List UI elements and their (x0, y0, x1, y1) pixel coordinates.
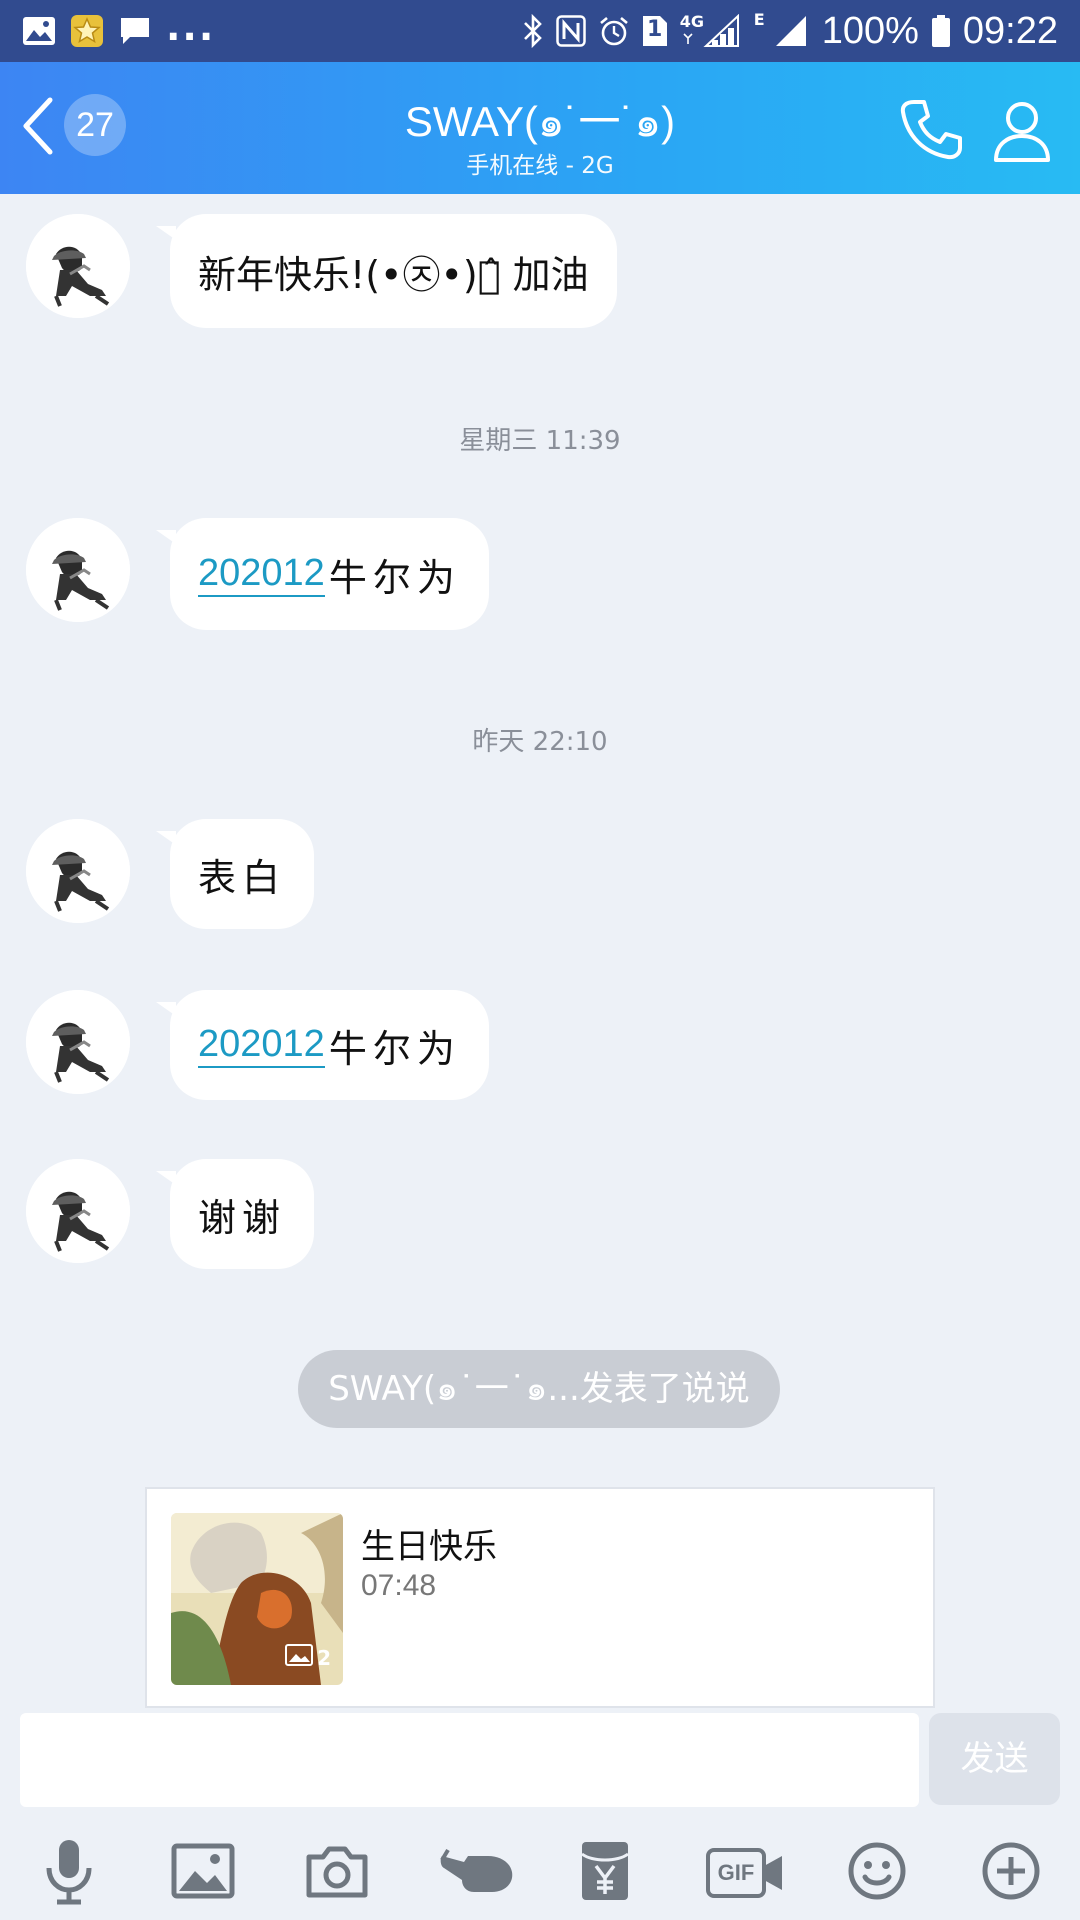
plus-icon (981, 1841, 1041, 1905)
moment-time: 07:48 (361, 1569, 437, 1602)
red-packet-icon (580, 1840, 630, 1906)
message-bubble[interactable]: 202012 牛尔为 (156, 518, 489, 630)
photo-count-number: 2 (317, 1645, 331, 1670)
time-separator: 星期三 11:39 (459, 426, 621, 456)
microphone-icon (39, 1836, 99, 1910)
message-text: 表白 (198, 855, 287, 900)
message-input[interactable] (20, 1713, 919, 1807)
moment-notice[interactable]: SWAY(๑˙一˙๑...发表了说说 (298, 1350, 780, 1428)
message-bubble[interactable]: 表白 (155, 819, 315, 929)
signal-4g-icon: 4G (679, 12, 742, 48)
network-4g-label: 4G (679, 12, 704, 31)
contact-avatar[interactable] (26, 518, 130, 622)
gallery-notification-icon (22, 16, 56, 46)
image-icon (171, 1843, 235, 1903)
moment-title: 生日快乐 (361, 1527, 497, 1567)
contact-avatar[interactable] (26, 990, 130, 1094)
person-icon (986, 102, 1058, 170)
contact-avatar[interactable] (26, 819, 130, 923)
photo-count: 2 (285, 1644, 331, 1671)
message-bubble[interactable]: 谢谢 (155, 1159, 315, 1269)
message-notification-icon (118, 15, 152, 47)
emoji-button[interactable] (838, 1838, 916, 1908)
moment-card[interactable]: 2 生日快乐 07:48 (145, 1487, 935, 1708)
profile-button[interactable] (986, 94, 1058, 166)
message-text: 牛尔为 (328, 1026, 461, 1071)
contact-avatar[interactable] (26, 1159, 130, 1263)
chat-header: 27 SWAY(๑˙一˙๑) 手机在线 - 2G (0, 62, 1080, 194)
emoji-icon (847, 1841, 907, 1905)
message-link[interactable]: 202012 (198, 552, 325, 597)
time-separator: 昨天 22:10 (472, 727, 608, 757)
battery-icon (931, 14, 951, 48)
alarm-icon (598, 15, 630, 47)
input-toolbar: GIF (0, 1820, 1080, 1920)
sim-1-icon: 1 (642, 15, 668, 47)
poke-icon (438, 1846, 518, 1900)
moment-thumbnail: 2 (171, 1513, 343, 1685)
status-bar: ... 1 4G E 100% 09:22 (0, 0, 1080, 62)
message-text: 谢谢 (198, 1195, 287, 1240)
phone-icon (894, 100, 966, 170)
gif-button[interactable]: GIF (704, 1838, 786, 1908)
photo-icon (285, 1644, 314, 1671)
camera-button[interactable] (298, 1838, 376, 1908)
contact-avatar[interactable] (26, 214, 130, 318)
gif-icon: GIF (706, 1848, 784, 1898)
message-link[interactable]: 202012 (198, 1023, 325, 1068)
sim-number: 1 (647, 17, 663, 42)
send-button[interactable]: 发送 (929, 1713, 1060, 1805)
red-packet-button[interactable] (566, 1838, 644, 1908)
message-bubble[interactable]: 新年快乐!(•㉨•)ง̂ 加油 (156, 214, 617, 328)
qq-star-notification-icon (70, 14, 104, 48)
message-text: 牛尔为 (328, 555, 461, 600)
message-text: 新年快乐!(•㉨•)ง̂ 加油 (198, 252, 589, 297)
camera-icon (305, 1843, 369, 1903)
more-button[interactable] (972, 1838, 1050, 1908)
message-bubble[interactable]: 202012 牛尔为 (156, 990, 489, 1100)
network-e-label: E (753, 10, 765, 29)
nfc-icon (555, 15, 586, 47)
clock: 09:22 (962, 9, 1058, 52)
more-notifications: ... (166, 5, 216, 49)
gallery-button[interactable] (164, 1838, 242, 1908)
gif-label: GIF (717, 1860, 755, 1885)
voice-call-button[interactable] (894, 94, 966, 166)
poke-button[interactable] (432, 1838, 524, 1908)
signal-e-icon: E (754, 10, 810, 48)
voice-button[interactable] (30, 1838, 108, 1908)
bluetooth-icon (522, 14, 544, 48)
battery-percent: 100% (821, 9, 919, 52)
